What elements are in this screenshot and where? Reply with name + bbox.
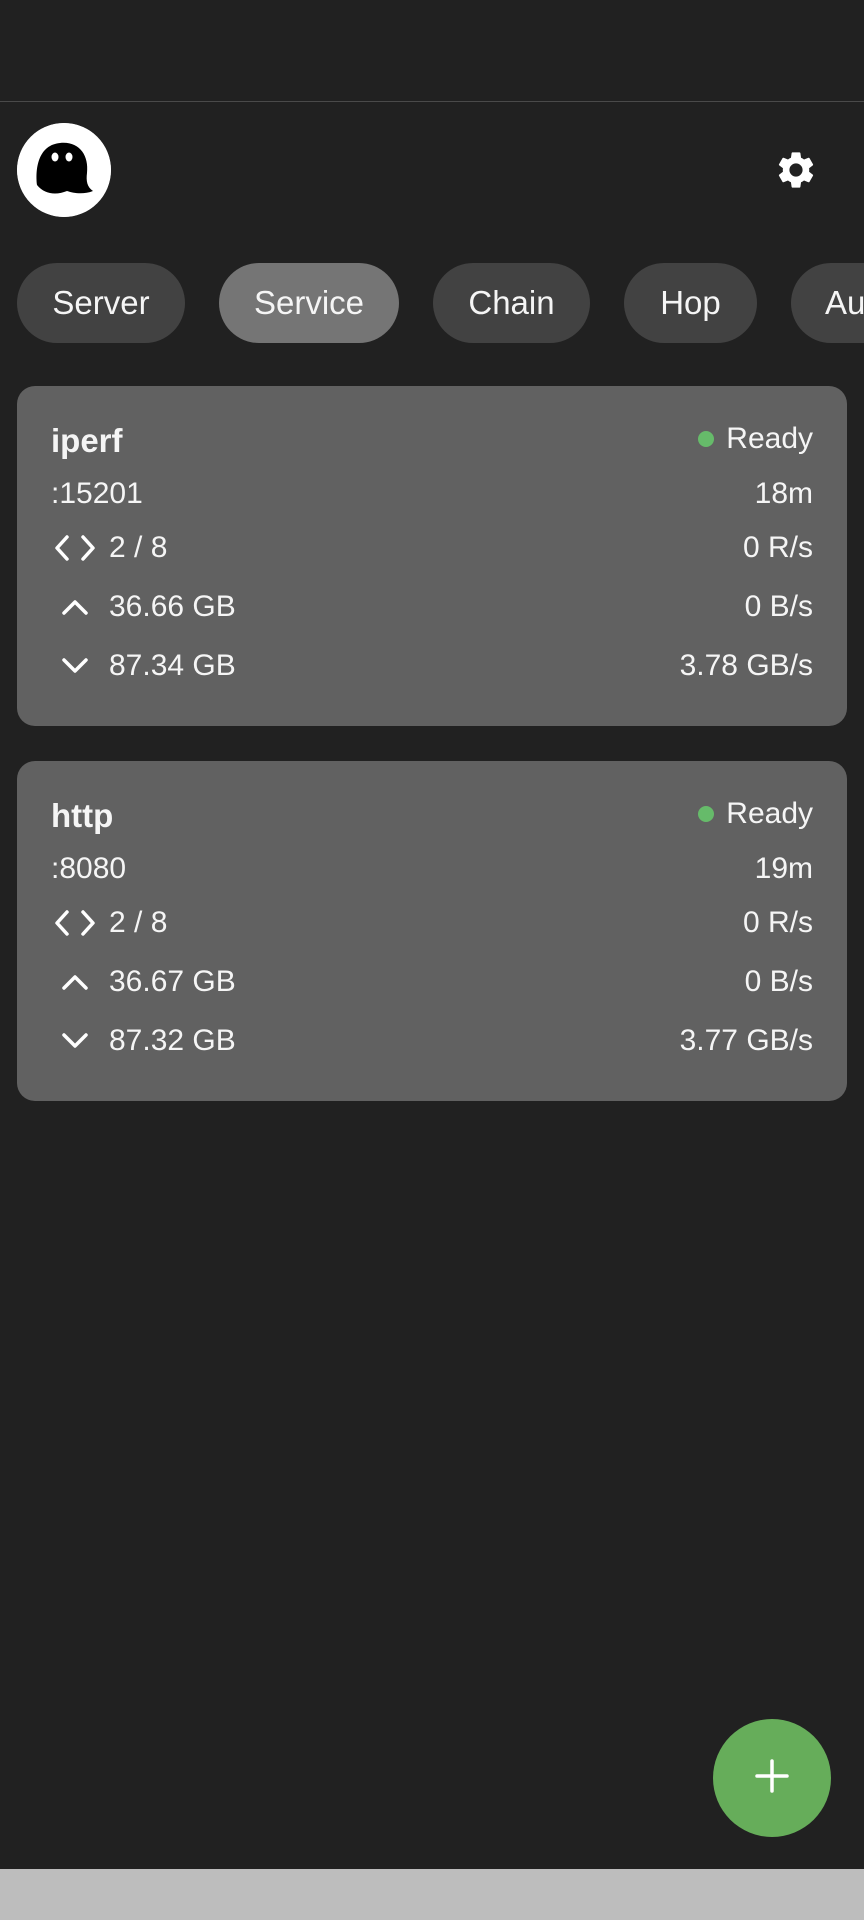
status-text: Ready bbox=[726, 797, 813, 830]
service-card-iperf[interactable]: iperf Ready :15201 18m 2 / 8 0 R/s 36.66… bbox=[17, 386, 847, 726]
tab-label: Server bbox=[52, 284, 150, 321]
upload-total: 36.66 GB bbox=[109, 590, 236, 623]
upload-rate: 0 B/s bbox=[744, 965, 813, 998]
tab-bar: Server Service Chain Hop Auth bbox=[0, 263, 864, 343]
tab-service[interactable]: Service bbox=[219, 263, 399, 343]
download-total: 87.32 GB bbox=[109, 1024, 236, 1057]
service-uptime: 18m bbox=[754, 477, 813, 510]
status-text: Ready bbox=[726, 422, 813, 455]
download-row: 87.34 GB 3.78 GB/s bbox=[51, 646, 813, 686]
tab-label: Chain bbox=[468, 284, 555, 321]
add-service-button[interactable] bbox=[713, 1719, 831, 1837]
status-badge: Ready bbox=[698, 797, 813, 831]
service-uptime: 19m bbox=[754, 852, 813, 885]
download-rate: 3.77 GB/s bbox=[679, 1024, 813, 1057]
app-bar bbox=[0, 102, 864, 236]
tab-auth[interactable]: Auth bbox=[791, 263, 864, 343]
status-bar bbox=[0, 0, 864, 102]
tab-label: Hop bbox=[660, 284, 721, 321]
upload-row: 36.66 GB 0 B/s bbox=[51, 587, 813, 627]
code-icon bbox=[51, 530, 99, 566]
service-name: http bbox=[51, 797, 114, 834]
connections-count: 2 / 8 bbox=[109, 531, 168, 564]
chevron-down-icon bbox=[51, 1023, 99, 1059]
chevron-down-icon bbox=[51, 648, 99, 684]
request-rate: 0 R/s bbox=[742, 906, 813, 939]
code-icon bbox=[51, 905, 99, 941]
service-address: :8080 bbox=[51, 852, 127, 885]
connections-row: 2 / 8 0 R/s bbox=[51, 528, 813, 568]
status-dot-icon bbox=[698, 431, 715, 447]
address-row: :15201 18m bbox=[51, 474, 813, 514]
download-row: 87.32 GB 3.77 GB/s bbox=[51, 1021, 813, 1061]
app-logo[interactable] bbox=[17, 123, 111, 217]
gear-icon[interactable] bbox=[772, 146, 820, 194]
upload-row: 36.67 GB 0 B/s bbox=[51, 962, 813, 1002]
service-name: iperf bbox=[51, 422, 123, 459]
connections-count: 2 / 8 bbox=[109, 906, 168, 939]
address-row: :8080 19m bbox=[51, 849, 813, 889]
upload-total: 36.67 GB bbox=[109, 965, 236, 998]
system-nav-bar bbox=[0, 1869, 864, 1920]
plus-icon bbox=[752, 1756, 792, 1801]
service-address: :15201 bbox=[51, 477, 143, 510]
tab-hop[interactable]: Hop bbox=[624, 263, 757, 343]
download-rate: 3.78 GB/s bbox=[679, 649, 813, 682]
tab-chain[interactable]: Chain bbox=[433, 263, 590, 343]
chevron-up-icon bbox=[51, 589, 99, 625]
service-card-http[interactable]: http Ready :8080 19m 2 / 8 0 R/s 36.67 G… bbox=[17, 761, 847, 1101]
status-badge: Ready bbox=[698, 422, 813, 456]
tab-label: Service bbox=[253, 284, 365, 321]
request-rate: 0 R/s bbox=[742, 531, 813, 564]
tab-label: Auth bbox=[825, 284, 864, 321]
status-dot-icon bbox=[698, 806, 715, 822]
connections-row: 2 / 8 0 R/s bbox=[51, 903, 813, 943]
tab-server[interactable]: Server bbox=[17, 263, 185, 343]
upload-rate: 0 B/s bbox=[744, 590, 813, 623]
download-total: 87.34 GB bbox=[109, 649, 236, 682]
chevron-up-icon bbox=[51, 964, 99, 1000]
